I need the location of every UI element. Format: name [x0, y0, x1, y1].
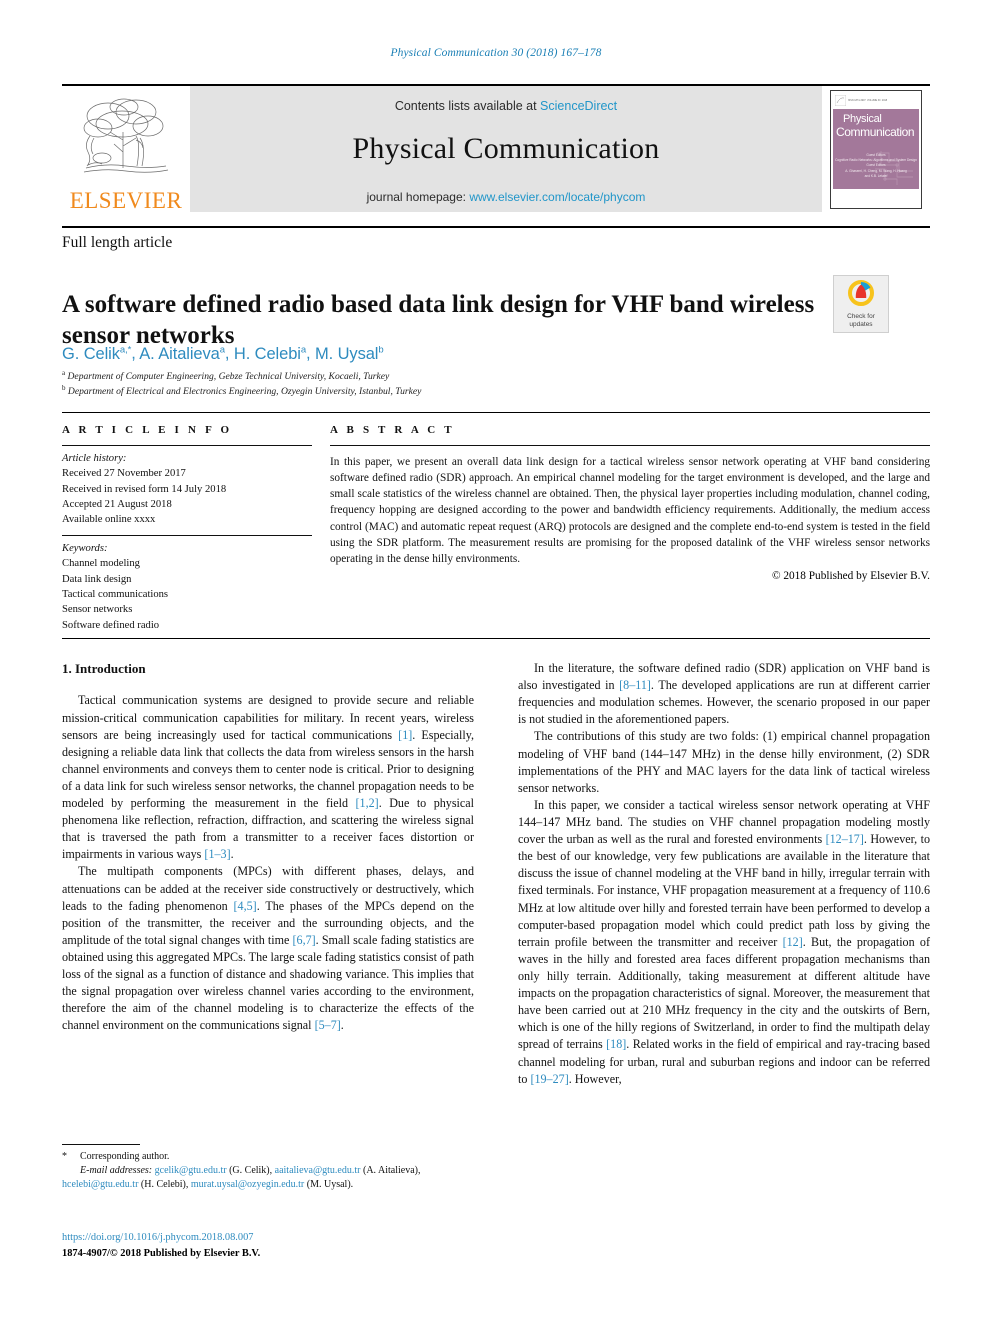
corresponding-author-note: * Corresponding author. — [62, 1150, 474, 1164]
affiliation-list: a Department of Computer Engineering, Ge… — [62, 369, 862, 399]
elsevier-wordmark: ELSEVIER — [69, 188, 183, 213]
crossmark-label: Check for updates — [834, 313, 888, 329]
email-link-0[interactable]: gcelik@gtu.edu.tr — [155, 1165, 227, 1176]
doi-block: https://doi.org/10.1016/j.phycom.2018.08… — [62, 1230, 474, 1261]
history-item-3: Available online xxxx — [62, 514, 156, 526]
author-4[interactable]: M. Uysalb — [315, 344, 384, 363]
body-column-left: 1. Introduction Tactical communication s… — [62, 660, 474, 1035]
footnote-rule — [62, 1144, 140, 1145]
issn-copyright-line: 1874-4907/© 2018 Published by Elsevier B… — [62, 1247, 261, 1259]
abstract-heading: A B S T R A C T — [330, 424, 455, 436]
cover-image: ISSN 1874-4907 VOLUME 30 2018 Physical C… — [830, 89, 922, 209]
contents-prefix: Contents lists available at — [394, 99, 541, 113]
email-link-1[interactable]: aaitalieva@gtu.edu.tr — [275, 1165, 361, 1176]
author-3[interactable]: H. Celebia — [234, 344, 306, 363]
history-item-2: Accepted 21 August 2018 — [62, 499, 172, 511]
email-who-2: (H. Celebi), — [138, 1179, 191, 1191]
cover-title-line2: Communication — [836, 124, 915, 139]
page-title: A software defined radio based data link… — [62, 290, 815, 349]
abstract-column: A B S T R A C T In this paper, we presen… — [330, 424, 930, 582]
author-2[interactable]: A. Aitalievaa — [139, 344, 225, 363]
keyword-2: Tactical communications — [62, 588, 169, 600]
footnote-block: * Corresponding author. E-mail addresses:… — [62, 1144, 474, 1193]
article-type-rule — [62, 226, 930, 228]
cover-title-line1: Physical — [843, 112, 882, 125]
keyword-3: Sensor networks — [62, 604, 133, 616]
crossmark-line2: updates — [849, 321, 873, 329]
keywords-block: Keywords: Channel modeling Data link des… — [62, 541, 312, 633]
email-link-2[interactable]: hcelebi@gtu.edu.tr — [62, 1179, 138, 1190]
author-1[interactable]: G. Celika,* — [62, 344, 131, 363]
affiliation-a: a Department of Computer Engineering, Ge… — [62, 369, 390, 383]
contents-lists-line: Contents lists available at ScienceDirec… — [190, 86, 822, 113]
homepage-prefix: journal homepage: — [366, 190, 470, 204]
sciencedirect-link[interactable]: ScienceDirect — [540, 99, 617, 113]
journal-homepage-link[interactable]: www.elsevier.com/locate/phycom — [469, 190, 645, 204]
abstract-copyright: © 2018 Published by Elsevier B.V. — [771, 569, 930, 582]
crossmark-badge[interactable]: Check for updates — [833, 275, 889, 333]
keyword-4: Software defined radio — [62, 619, 160, 631]
info-band-top-rule — [62, 412, 930, 413]
history-item-1: Received in revised form 14 July 2018 — [62, 483, 227, 495]
article-info-heading: A R T I C L E I N F O — [62, 424, 233, 436]
email-who-3: (M. Uysal). — [304, 1179, 354, 1191]
cover-subtitle: Guest Editors Cognitive Radio Networks: … — [833, 153, 919, 180]
keywords-divider — [62, 534, 312, 536]
journal-band: Contents lists available at ScienceDirec… — [190, 86, 822, 212]
paragraph-right-0: In the literature, the software defined … — [518, 661, 931, 727]
abstract-rule — [330, 445, 930, 446]
asterisk-icon: * — [62, 1151, 67, 1162]
email-who-0: (G. Celik), — [226, 1165, 275, 1177]
paragraph-left-0: Tactical communication systems are desig… — [62, 693, 475, 862]
corresponding-author-text: Corresponding author. — [80, 1151, 170, 1162]
keyword-0: Channel modeling — [62, 558, 140, 570]
running-head: Physical Communication 30 (2018) 167–178 — [390, 47, 602, 59]
journal-masthead: ELSEVIER Contents lists available at Sci… — [62, 84, 930, 212]
email-label: E-mail addresses: — [80, 1165, 153, 1177]
journal-title: Physical Communication — [352, 132, 660, 165]
paper-page: Physical Communication 30 (2018) 167–178 — [0, 0, 992, 1323]
journal-cover-thumbnail: ISSN 1874-4907 VOLUME 30 2018 Physical C… — [822, 86, 930, 212]
cover-sub5: and K.B. Letaief — [864, 174, 888, 179]
paragraph-right-2: In this paper, we consider a tactical wi… — [518, 797, 931, 1086]
cover-color-field: Physical Communication Guest Editors Cog… — [833, 108, 919, 189]
section-heading-introduction: 1. Introduction — [62, 661, 146, 676]
email-addresses-line: E-mail addresses: gcelik@gtu.edu.tr (G. … — [62, 1164, 474, 1192]
affiliation-b: b Department of Electrical and Electroni… — [62, 383, 422, 397]
cover-elsevier-icon — [835, 95, 846, 106]
doi-link[interactable]: https://doi.org/10.1016/j.phycom.2018.08… — [62, 1230, 474, 1246]
paragraph-right-1: The contributions of this study are two … — [518, 729, 930, 795]
article-info-rule — [62, 445, 312, 446]
email-who-1: (A. Aitalieva), — [360, 1165, 421, 1177]
info-band-bottom-rule — [62, 638, 930, 639]
elsevier-tree-icon — [83, 98, 169, 173]
email-link-3[interactable]: murat.uysal@ozyegin.edu.tr — [191, 1179, 304, 1190]
cover-masthead-strip: ISSN 1874-4907 VOLUME 30 2018 — [833, 92, 919, 109]
elsevier-logo: ELSEVIER — [62, 86, 190, 212]
crossmark-line1: Check for — [847, 313, 875, 320]
crossmark-icon — [848, 280, 874, 306]
article-history-label: Article history: — [62, 453, 127, 464]
article-type-label: Full length article — [62, 234, 173, 251]
journal-homepage-line: journal homepage: www.elsevier.com/locat… — [190, 190, 822, 204]
paragraph-left-1: The multipath components (MPCs) with dif… — [62, 864, 475, 1033]
history-item-0: Received 27 November 2017 — [62, 468, 186, 480]
author-list: G. Celika,*, A. Aitalievaa, H. Celebia, … — [62, 344, 384, 363]
keywords-label: Keywords: — [62, 542, 108, 554]
abstract-text: In this paper, we present an overall dat… — [330, 456, 930, 565]
article-info-column: A R T I C L E I N F O Article history: R… — [62, 424, 312, 633]
keyword-1: Data link design — [62, 573, 132, 585]
article-history-block: Article history: Received 27 November 20… — [62, 451, 312, 528]
body-column-right: In the literature, the software defined … — [518, 660, 930, 1088]
